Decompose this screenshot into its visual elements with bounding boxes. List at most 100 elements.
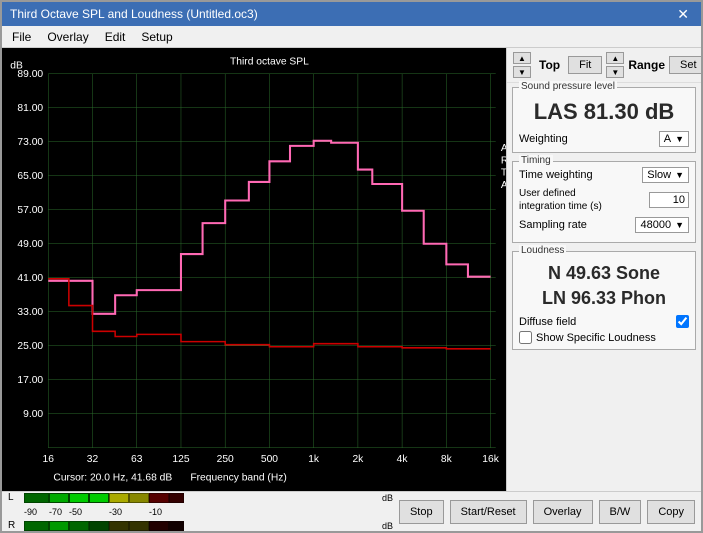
stop-button[interactable]: Stop: [399, 500, 444, 524]
svg-text:Cursor: 20.0 Hz, 41.68 dB: Cursor: 20.0 Hz, 41.68 dB: [53, 473, 172, 484]
meter-scale-labels: -90 -70 -50 -30 -10: [24, 507, 393, 517]
spl-value: LAS 81.30 dB: [519, 99, 689, 125]
svg-text:T: T: [501, 168, 506, 179]
show-specific-row: Show Specific Loudness: [519, 331, 689, 344]
spl-section: Sound pressure level LAS 81.30 dB Weight…: [512, 87, 696, 153]
weighting-dropdown-arrow: ▼: [675, 134, 684, 144]
menu-bar: File Overlay Edit Setup: [2, 26, 701, 48]
diffuse-row: Diffuse field: [519, 315, 689, 328]
copy-button[interactable]: Copy: [647, 500, 695, 524]
svg-text:32: 32: [87, 454, 99, 465]
svg-text:63: 63: [131, 454, 143, 465]
loudness-section-title: Loudness: [519, 245, 566, 256]
show-specific-checkbox[interactable]: [519, 331, 532, 344]
top-up-arrow[interactable]: ▲: [513, 52, 531, 64]
r-meter-bar: [24, 521, 376, 531]
content-area: 89.00 81.00 73.00 65.00 57.00 49.00 41.0…: [2, 48, 701, 491]
bottom-bar: L dB -90 -70 -50: [2, 491, 701, 531]
l-label: L: [8, 492, 20, 503]
svg-text:33.00: 33.00: [17, 307, 43, 318]
overlay-button[interactable]: Overlay: [533, 500, 593, 524]
svg-text:17.00: 17.00: [17, 375, 43, 386]
window-title: Third Octave SPL and Loudness (Untitled.…: [10, 7, 258, 21]
r-seg-1: [24, 521, 49, 531]
svg-text:dB: dB: [10, 61, 23, 72]
time-weighting-row: Time weighting Slow ▼: [519, 167, 689, 183]
weighting-dropdown[interactable]: A ▼: [659, 131, 689, 147]
close-button[interactable]: ✕: [673, 6, 693, 23]
nav-row: ▲ ▼ Top Fit ▲ ▼ Range Set: [507, 48, 701, 83]
l-seg-6: [129, 493, 149, 503]
weighting-value: A: [664, 133, 671, 145]
range-up-arrow[interactable]: ▲: [606, 52, 624, 64]
svg-text:500: 500: [261, 454, 278, 465]
l-db-label: dB: [382, 493, 393, 503]
svg-text:57.00: 57.00: [17, 205, 43, 216]
menu-file[interactable]: File: [6, 28, 37, 45]
fit-button[interactable]: Fit: [568, 56, 602, 74]
svg-text:A: A: [501, 180, 506, 191]
time-weighting-label: Time weighting: [519, 169, 593, 181]
level-meters: L dB -90 -70 -50: [8, 491, 393, 533]
svg-text:Third octave SPL: Third octave SPL: [230, 56, 309, 67]
time-weighting-dropdown-arrow: ▼: [675, 170, 684, 180]
int-time-input[interactable]: [649, 192, 689, 208]
svg-text:9.00: 9.00: [23, 409, 43, 420]
weighting-row: Weighting A ▼: [519, 131, 689, 147]
r-seg-5: [109, 521, 129, 531]
range-down-arrow[interactable]: ▼: [606, 66, 624, 78]
range-label: Range: [628, 58, 665, 72]
l-seg-4: [89, 493, 109, 503]
svg-text:81.00: 81.00: [17, 103, 43, 114]
svg-text:65.00: 65.00: [17, 171, 43, 182]
svg-text:16: 16: [43, 454, 55, 465]
svg-text:73.00: 73.00: [17, 137, 43, 148]
loudness-section: Loudness N 49.63 Sone LN 96.33 Phon Diff…: [512, 251, 696, 350]
menu-edit[interactable]: Edit: [99, 28, 132, 45]
l-seg-3: [69, 493, 89, 503]
l-meter-bar: [24, 493, 376, 503]
sampling-rate-row: Sampling rate 48000 ▼: [519, 217, 689, 233]
top-label: Top: [535, 58, 564, 72]
sampling-rate-dropdown-arrow: ▼: [675, 220, 684, 230]
sampling-rate-label: Sampling rate: [519, 219, 587, 231]
svg-text:16k: 16k: [482, 454, 499, 465]
svg-text:R: R: [501, 155, 506, 166]
svg-text:250: 250: [217, 454, 234, 465]
r-seg-4: [89, 521, 109, 531]
r-seg-7: [149, 521, 169, 531]
menu-setup[interactable]: Setup: [135, 28, 178, 45]
bw-button[interactable]: B/W: [599, 500, 642, 524]
main-window: Third Octave SPL and Loudness (Untitled.…: [0, 0, 703, 533]
r-seg-2: [49, 521, 69, 531]
timing-section-title: Timing: [519, 155, 553, 166]
show-specific-label: Show Specific Loudness: [536, 332, 656, 344]
l-meter-row: L dB: [8, 491, 393, 505]
chart-area: 89.00 81.00 73.00 65.00 57.00 49.00 41.0…: [2, 48, 506, 491]
time-weighting-value: Slow: [647, 169, 671, 181]
chart-svg: 89.00 81.00 73.00 65.00 57.00 49.00 41.0…: [2, 48, 506, 491]
menu-overlay[interactable]: Overlay: [41, 28, 94, 45]
r-seg-6: [129, 521, 149, 531]
title-bar: Third Octave SPL and Loudness (Untitled.…: [2, 2, 701, 26]
loudness-value: N 49.63 Sone LN 96.33 Phon: [519, 261, 689, 311]
set-button[interactable]: Set: [669, 56, 701, 74]
svg-text:125: 125: [172, 454, 189, 465]
sampling-rate-dropdown[interactable]: 48000 ▼: [635, 217, 689, 233]
top-down-arrow[interactable]: ▼: [513, 66, 531, 78]
diffuse-checkbox[interactable]: [676, 315, 689, 328]
l-seg-5: [109, 493, 129, 503]
l-seg-1: [24, 493, 49, 503]
time-weighting-dropdown[interactable]: Slow ▼: [642, 167, 689, 183]
r-seg-3: [69, 521, 89, 531]
svg-text:49.00: 49.00: [17, 239, 43, 250]
start-reset-button[interactable]: Start/Reset: [450, 500, 527, 524]
loudness-line2: LN 96.33 Phon: [519, 286, 689, 311]
sampling-rate-value: 48000: [640, 219, 671, 231]
timing-section: Timing Time weighting Slow ▼ User define…: [512, 161, 696, 243]
int-time-label: User definedintegration time (s): [519, 187, 602, 213]
svg-text:1k: 1k: [308, 454, 320, 465]
svg-text:A: A: [501, 143, 506, 154]
right-panel: ▲ ▼ Top Fit ▲ ▼ Range Set Sound pressure…: [506, 48, 701, 491]
loudness-line1: N 49.63 Sone: [519, 261, 689, 286]
